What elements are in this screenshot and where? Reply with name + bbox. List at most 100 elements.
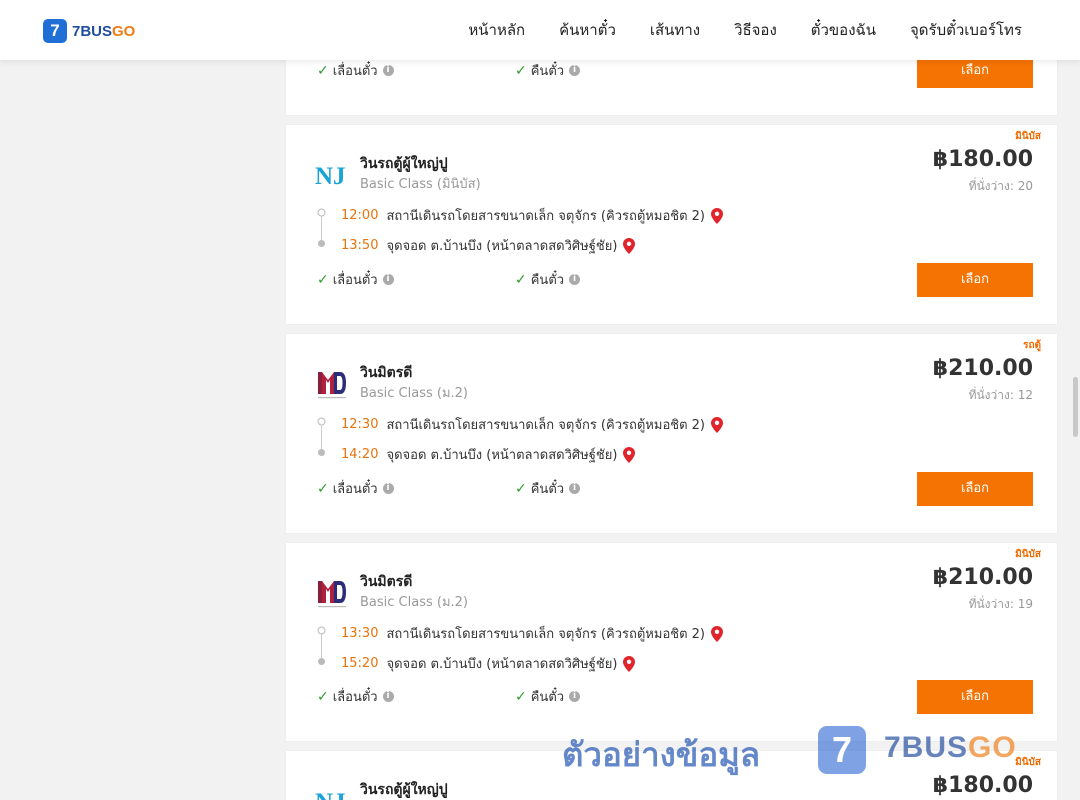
nav-home[interactable]: หน้าหลัก [468, 18, 525, 42]
trip-card: มินิบัส NJ วินรถตู้ผู้ใหญ่ปู Basic Class… [286, 125, 1057, 324]
change-seat-label: เลื่อนตั๋ว [332, 482, 378, 497]
map-pin-icon[interactable] [623, 237, 636, 254]
operator-name: วินรถตู้ผู้ใหญ่ปู [360, 156, 448, 172]
info-icon[interactable]: i [569, 274, 581, 285]
vehicle-type-badge: มินิบัส [1015, 757, 1041, 768]
change-seat-policy: ✓ เลื่อนตั๋ว i [317, 686, 394, 707]
operator-logo-nj: NJ [315, 789, 346, 800]
route-timeline [317, 417, 326, 456]
map-pin-icon[interactable] [711, 207, 723, 224]
check-icon: ✓ [317, 688, 329, 705]
service-class: Basic Class (มินิบัส) [360, 177, 481, 192]
change-seat-policy: ✓ เลื่อนตั๋ว i [317, 269, 394, 290]
departure-place: สถานีเดินรถโดยสารขนาดเล็ก จตุจักร (คิวรถ… [386, 418, 705, 433]
departure-stop: 13:30 สถานีเดินรถโดยสารขนาดเล็ก จตุจักร … [341, 623, 723, 644]
refund-label: คืนตั๋ว [530, 273, 565, 288]
departure-time: 12:30 [341, 417, 379, 432]
refund-policy: ✓ คืนตั๋ว i [515, 269, 581, 290]
seats-available: ที่นั่งว่าง: 19 [968, 597, 1033, 611]
operator-name: วินรถตู้ผู้ใหญ่ปู [360, 782, 448, 798]
check-icon: ✓ [515, 480, 527, 497]
watermark-logo-icon: 7 [818, 726, 866, 774]
select-button[interactable]: เลือก [917, 680, 1033, 714]
info-icon[interactable]: i [569, 691, 581, 702]
watermark-brand-go: GO [968, 731, 1017, 764]
departure-stop: 12:30 สถานีเดินรถโดยสารขนาดเล็ก จตุจักร … [341, 414, 723, 435]
check-icon: ✓ [515, 688, 527, 705]
arrival-stop: 14:20 จุดจอด ต.บ้านบึง (หน้าตลาดสดวิศิษฐ… [341, 444, 636, 465]
change-seat-label: เลื่อนตั๋ว [332, 690, 378, 705]
refund-label: คืนตั๋ว [530, 64, 565, 79]
refund-label: คืนตั๋ว [530, 482, 565, 497]
arrival-time: 13:50 [341, 238, 379, 253]
arrival-time: 14:20 [341, 447, 379, 462]
arrival-place: จุดจอด ต.บ้านบึง (หน้าตลาดสดวิศิษฐ์ชัย) [386, 448, 618, 463]
departure-stop: 12:00 สถานีเดินรถโดยสารขนาดเล็ก จตุจักร … [341, 205, 723, 226]
operator-logo-text: NJ [315, 163, 346, 190]
refund-policy: ✓ คืนตั๋ว i [515, 686, 581, 707]
route-timeline [317, 208, 326, 247]
departure-time: 12:00 [341, 208, 379, 223]
info-icon[interactable]: i [382, 274, 394, 285]
map-pin-icon[interactable] [623, 655, 636, 672]
info-icon[interactable]: i [382, 65, 394, 76]
check-icon: ✓ [515, 271, 527, 288]
scrollbar-thumb[interactable] [1073, 377, 1078, 437]
operator-logo-md [318, 581, 346, 608]
refund-policy: ✓ คืนตั๋ว i [515, 478, 581, 499]
nav-my-tickets[interactable]: ตั๋วของฉัน [811, 18, 876, 42]
brand-logo-icon: 7 [43, 19, 67, 43]
change-seat-policy: ✓ เลื่อนตั๋ว i [317, 478, 394, 499]
nav-ticket-pickup[interactable]: จุดรับตั๋วเบอร์โทร [910, 18, 1022, 42]
watermark-brand-bus: 7BUS [884, 731, 969, 764]
watermark-brand: 7BUSGO [884, 731, 1017, 765]
change-seat-label: เลื่อนตั๋ว [332, 64, 378, 79]
info-icon[interactable]: i [569, 65, 581, 76]
check-icon: ✓ [317, 480, 329, 497]
brand-wordmark: 7BUSGO [72, 23, 135, 40]
operator-logo-text: NJ [315, 789, 346, 800]
arrival-time: 15:20 [341, 656, 379, 671]
operator-name: วินมิตรดี [360, 365, 413, 381]
arrival-place: จุดจอด ต.บ้านบึง (หน้าตลาดสดวิศิษฐ์ชัย) [386, 239, 618, 254]
arrival-stop: 15:20 จุดจอด ต.บ้านบึง (หน้าตลาดสดวิศิษฐ… [341, 653, 636, 674]
departure-place: สถานีเดินรถโดยสารขนาดเล็ก จตุจักร (คิวรถ… [386, 209, 705, 224]
departure-place: สถานีเดินรถโดยสารขนาดเล็ก จตุจักร (คิวรถ… [386, 627, 705, 642]
top-header: 7 7BUSGO หน้าหลัก ค้นหาตั๋ว เส้นทาง วิธี… [0, 0, 1080, 60]
main-nav: หน้าหลัก ค้นหาตั๋ว เส้นทาง วิธีจอง ตั๋วข… [434, 0, 1022, 60]
operator-logo-nj: NJ [315, 163, 346, 190]
seats-available: ที่นั่งว่าง: 20 [968, 179, 1033, 193]
seats-available: ที่นั่งว่าง: 12 [968, 388, 1033, 402]
service-class: Basic Class (ม.2) [360, 386, 468, 401]
change-seat-label: เลื่อนตั๋ว [332, 273, 378, 288]
arrival-place: จุดจอด ต.บ้านบึง (หน้าตลาดสดวิศิษฐ์ชัย) [386, 657, 618, 672]
info-icon[interactable]: i [569, 483, 581, 494]
watermark-sample-data: ตัวอย่างข้อมูล [562, 735, 761, 774]
map-pin-icon[interactable] [711, 625, 723, 642]
arrival-stop: 13:50 จุดจอด ต.บ้านบึง (หน้าตลาดสดวิศิษฐ… [341, 235, 636, 256]
nav-search-ticket[interactable]: ค้นหาตั๋ว [559, 18, 616, 42]
check-icon: ✓ [317, 271, 329, 288]
brand-wordmark-bus: 7BUS [72, 22, 113, 40]
price: ฿210.00 [932, 565, 1033, 590]
nav-how-to-book[interactable]: วิธีจอง [734, 18, 777, 42]
trip-card: มินิบัส วินมิตรดี Basic Class (ม.2) ฿210… [286, 543, 1057, 741]
departure-time: 13:30 [341, 626, 379, 641]
select-button[interactable]: เลือก [917, 472, 1033, 506]
check-icon: ✓ [515, 62, 527, 79]
operator-logo-md [318, 372, 346, 399]
vehicle-type-badge: มินิบัส [1015, 131, 1041, 142]
check-icon: ✓ [317, 62, 329, 79]
select-button[interactable]: เลือก [917, 263, 1033, 297]
brand-logo[interactable]: 7 7BUSGO [43, 19, 135, 43]
map-pin-icon[interactable] [711, 416, 723, 433]
info-icon[interactable]: i [382, 483, 394, 494]
nav-routes[interactable]: เส้นทาง [650, 18, 700, 42]
refund-policy: ✓ คืนตั๋ว i [515, 60, 581, 81]
refund-label: คืนตั๋ว [530, 690, 565, 705]
vehicle-type-badge: มินิบัส [1015, 549, 1041, 560]
route-timeline [317, 626, 326, 665]
info-icon[interactable]: i [382, 691, 394, 702]
map-pin-icon[interactable] [623, 446, 636, 463]
price: ฿180.00 [932, 147, 1033, 172]
